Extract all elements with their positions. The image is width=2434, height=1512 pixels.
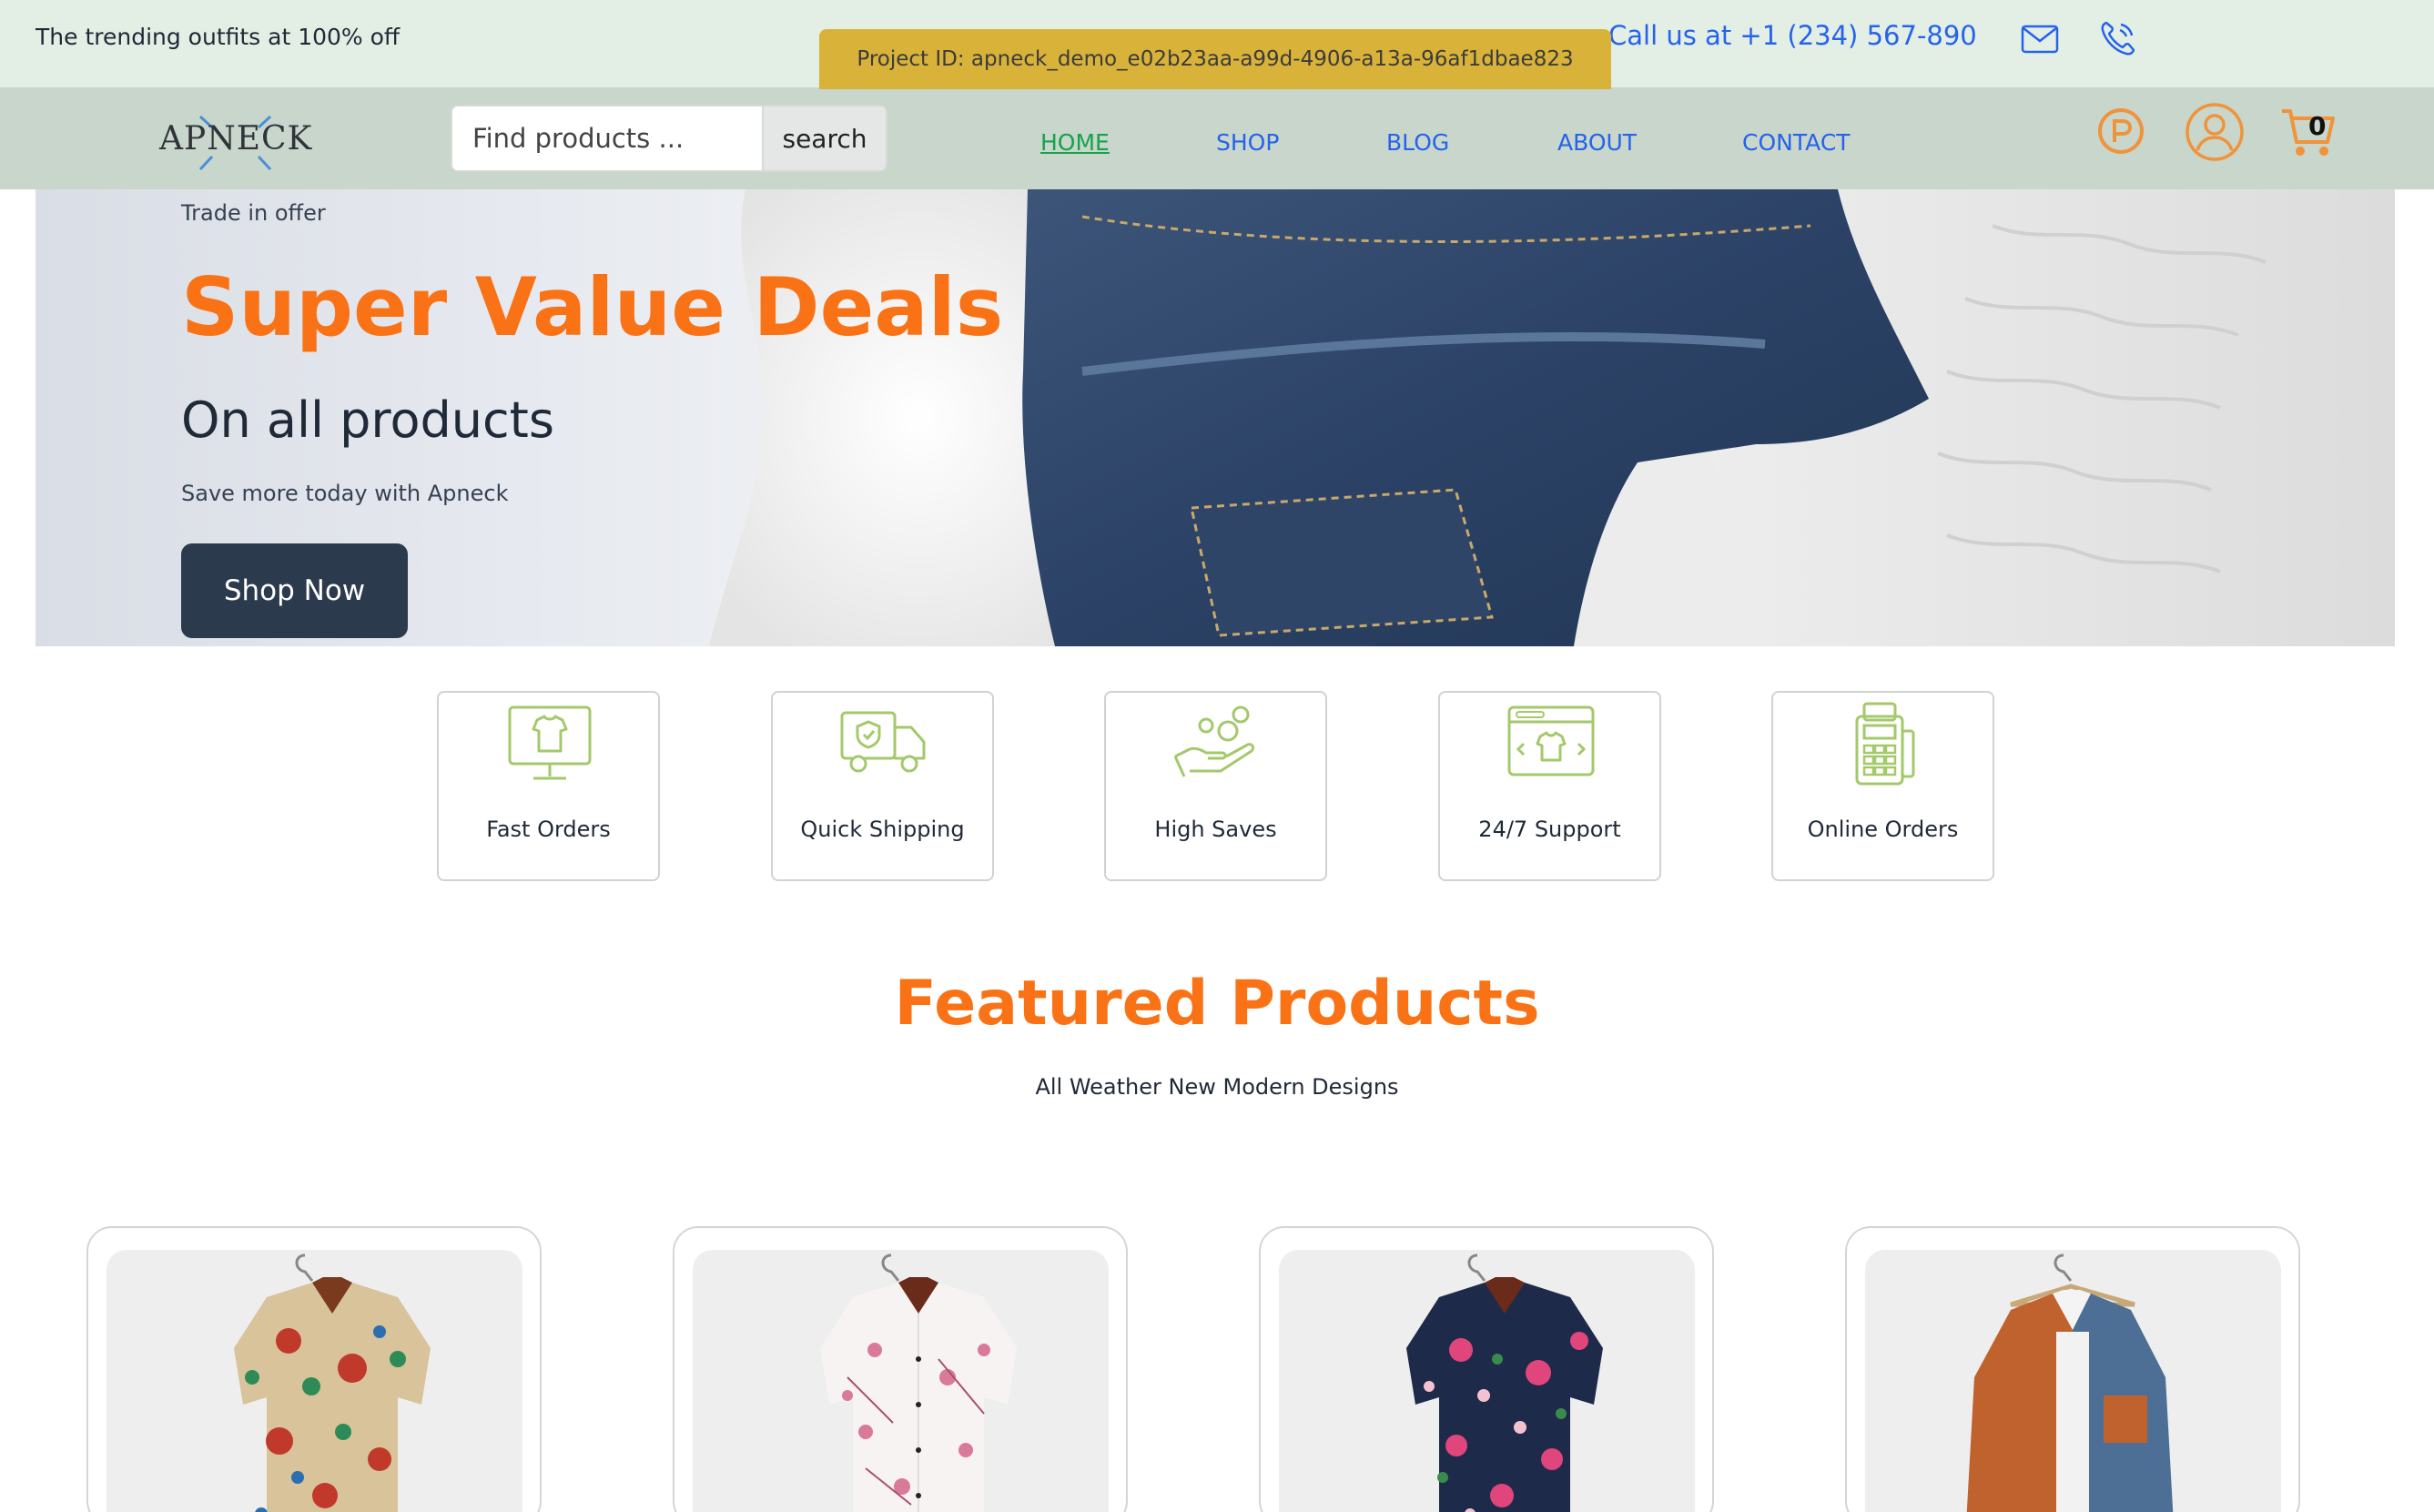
feature-card-fast-orders[interactable]: Fast Orders: [437, 691, 660, 881]
shop-now-button[interactable]: Shop Now: [181, 543, 408, 638]
hero-banner: Trade in offer Super Value Deals On all …: [35, 189, 2395, 646]
product-card[interactable]: [1259, 1226, 1714, 1512]
browser-shirt-icon: [1507, 705, 1595, 776]
hero-subheadline: On all products: [181, 391, 554, 449]
nav-link-blog[interactable]: BLOG: [1386, 129, 1449, 156]
nav-link-shop[interactable]: SHOP: [1216, 129, 1279, 156]
hero-save-text: Save more today with Apneck: [181, 481, 509, 506]
hero-headline: Super Value Deals: [181, 260, 1004, 354]
feature-card-quick-shipping[interactable]: Quick Shipping: [771, 691, 994, 881]
pos-terminal-icon: [1855, 702, 1915, 786]
product-image: [106, 1250, 522, 1512]
project-id-banner: Project ID: apneck_demo_e02b23aa-a99d-49…: [819, 29, 1611, 89]
feature-label: Online Orders: [1807, 817, 1959, 842]
feature-label: High Saves: [1154, 817, 1277, 842]
featured-products-title: Featured Products: [894, 968, 1540, 1040]
feature-label: Fast Orders: [486, 817, 611, 842]
hand-coins-icon: [1173, 705, 1255, 777]
mail-icon[interactable]: [2021, 24, 2059, 55]
user-icon[interactable]: [2185, 102, 2245, 162]
feature-card-support[interactable]: 24/7 Support: [1438, 691, 1661, 881]
promo-text: The trending outfits at 100% off: [35, 24, 401, 50]
logo[interactable]: APNECK: [159, 100, 313, 177]
phone-icon[interactable]: [2098, 18, 2138, 58]
product-image: [1865, 1250, 2281, 1512]
feature-label: Quick Shipping: [800, 817, 965, 842]
delivery-truck-icon: [840, 711, 926, 773]
product-image: [693, 1250, 1109, 1512]
featured-products-subtitle: All Weather New Modern Designs: [1035, 1074, 1399, 1100]
product-card[interactable]: [673, 1226, 1128, 1512]
cart-count-badge: 0: [2308, 111, 2327, 141]
feature-label: 24/7 Support: [1478, 817, 1621, 842]
nav-link-contact[interactable]: CONTACT: [1742, 129, 1851, 156]
search-button[interactable]: search: [762, 107, 886, 170]
product-card[interactable]: [86, 1226, 542, 1512]
search-input[interactable]: [452, 107, 762, 170]
feature-card-online-orders[interactable]: Online Orders: [1771, 691, 1994, 881]
nav-bar: APNECK search HOME SHOP BLOG ABOUT CONTA…: [0, 87, 2434, 189]
monitor-shirt-icon: [508, 705, 592, 780]
call-us-text: Call us at +1 (234) 567-890: [1608, 20, 1977, 51]
search-box: search: [451, 105, 887, 172]
logo-text: APNECK: [159, 120, 313, 157]
product-image: [1279, 1250, 1695, 1512]
product-card[interactable]: [1845, 1226, 2300, 1512]
nav-link-about[interactable]: ABOUT: [1557, 129, 1637, 156]
nav-link-home[interactable]: HOME: [1040, 129, 1110, 156]
feature-card-high-saves[interactable]: High Saves: [1104, 691, 1327, 881]
points-icon[interactable]: [2097, 107, 2145, 155]
hero-tag: Trade in offer: [181, 200, 326, 226]
